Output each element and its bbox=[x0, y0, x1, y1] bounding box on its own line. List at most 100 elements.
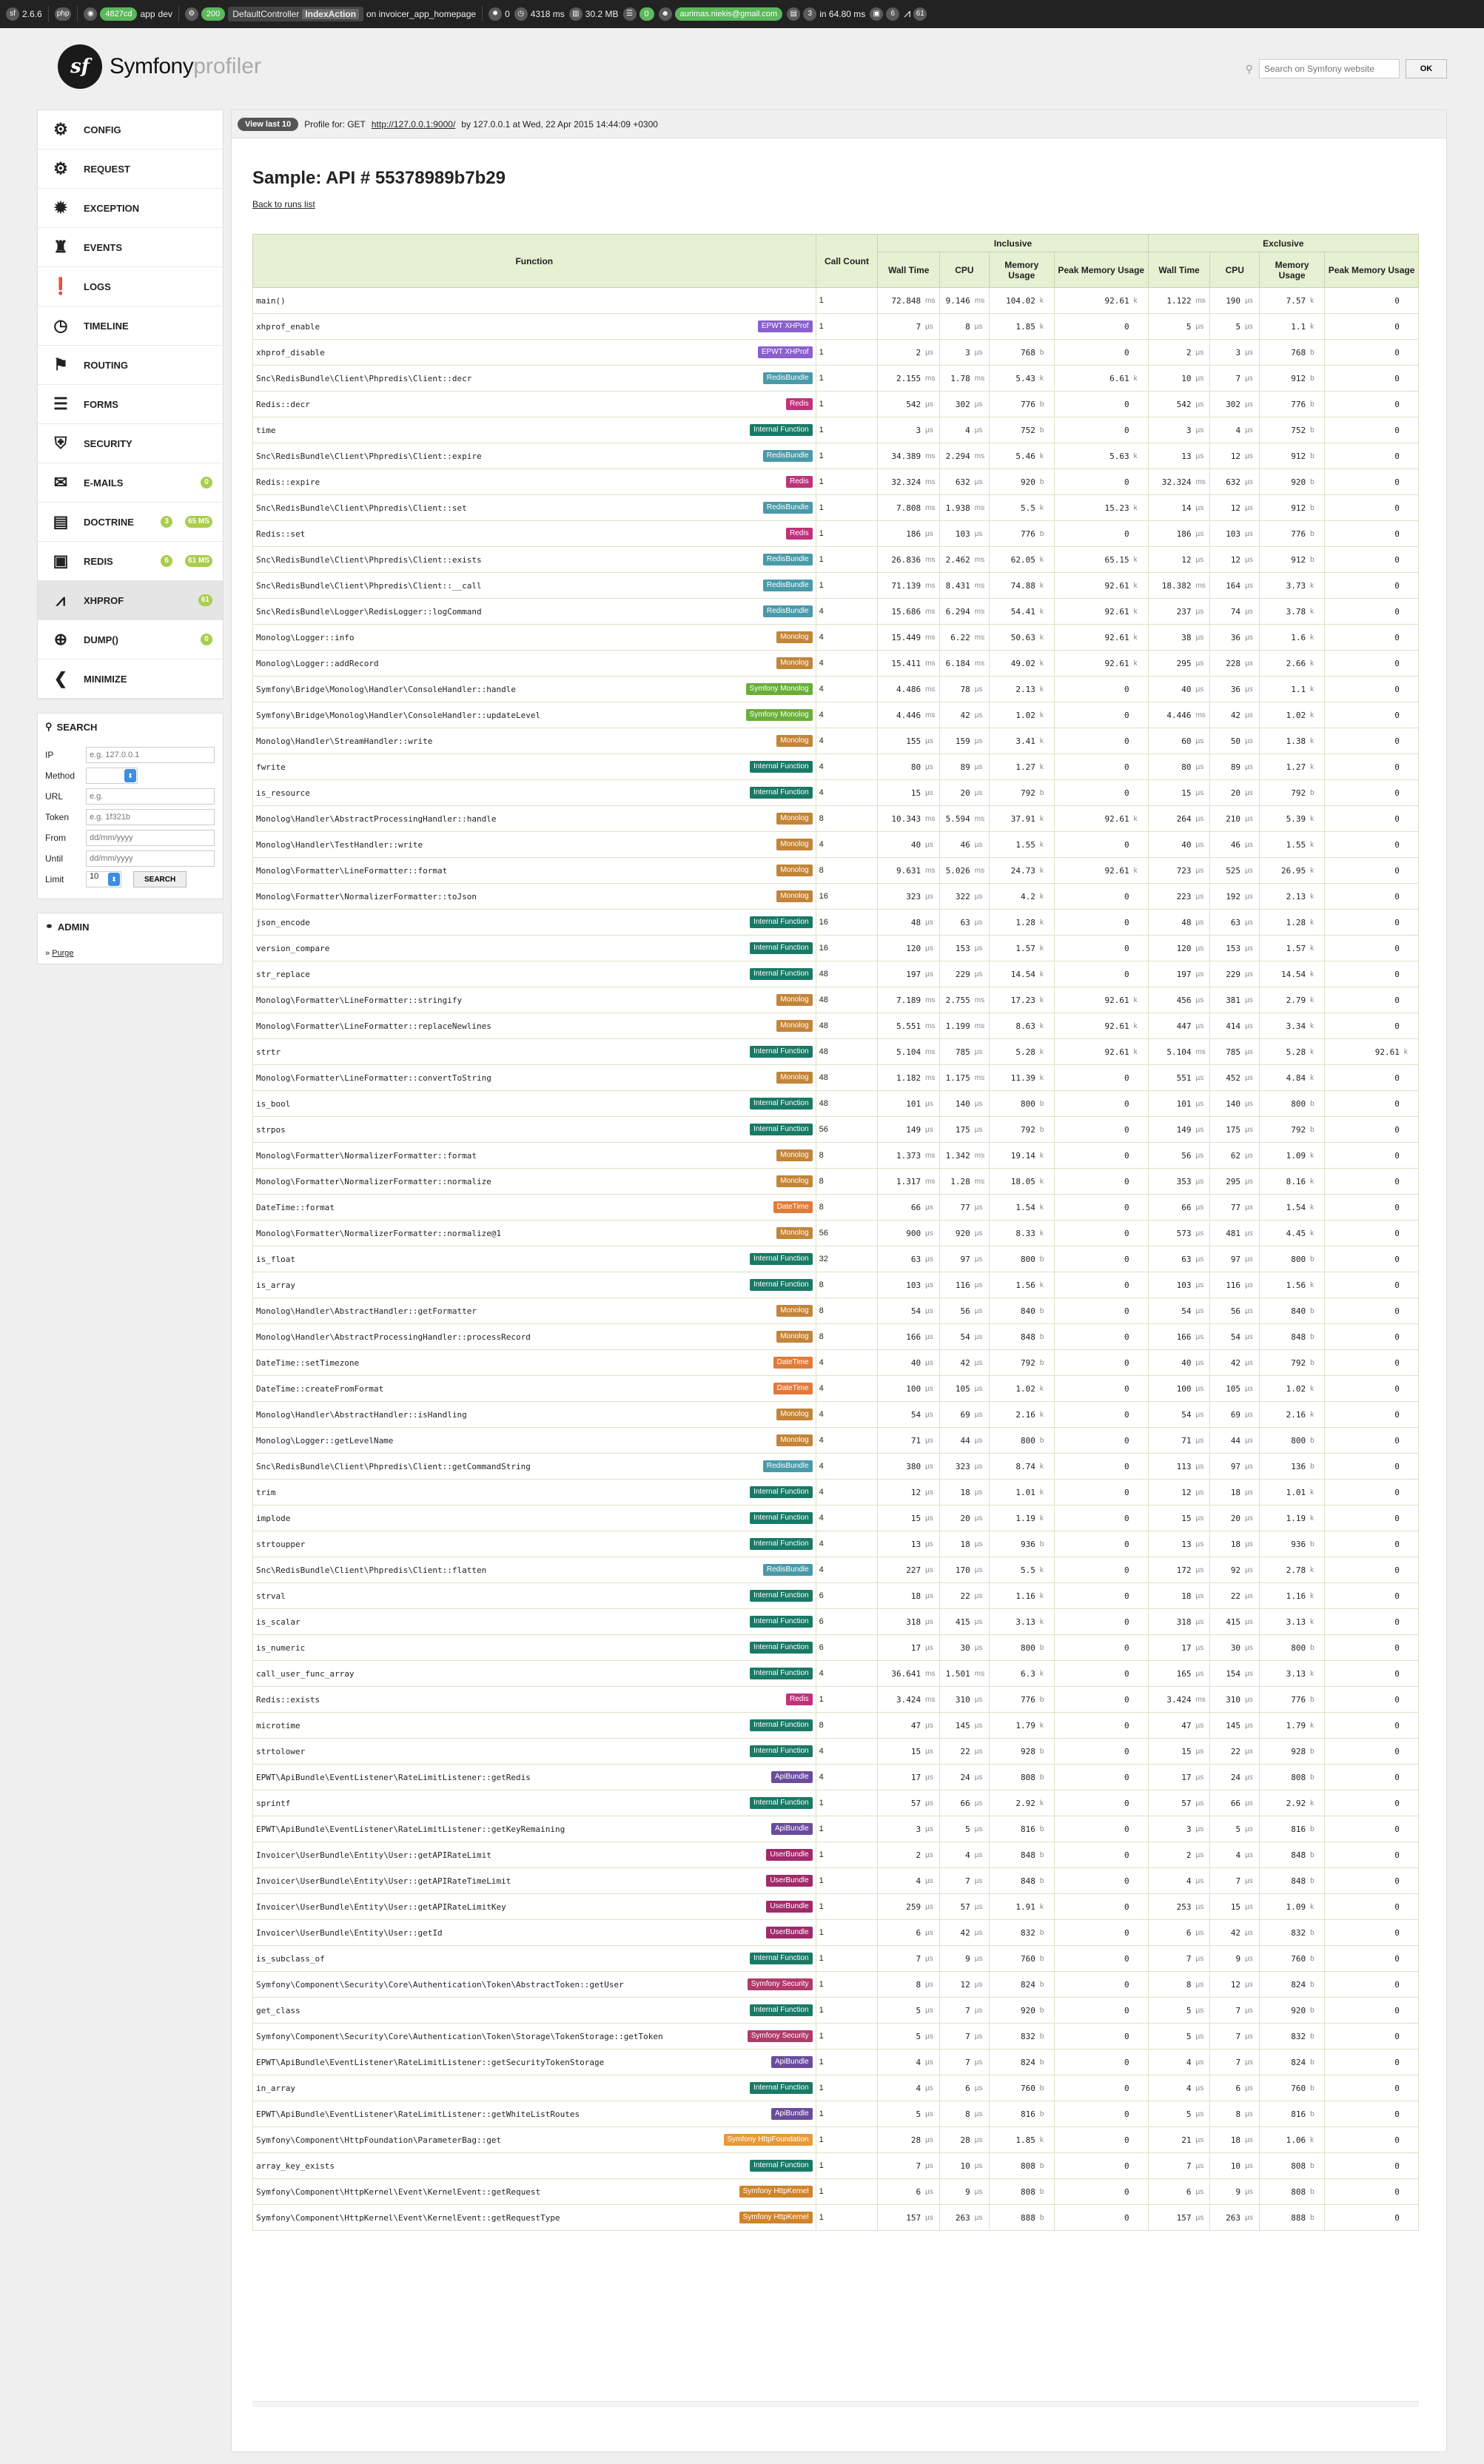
function-name[interactable]: Monolog\Formatter\NormalizerFormatter::f… bbox=[256, 1151, 477, 1161]
function-name[interactable]: is_subclass_of bbox=[256, 1954, 325, 1964]
function-name[interactable]: Redis::decr bbox=[256, 400, 310, 409]
col-function[interactable]: Function bbox=[252, 234, 816, 288]
function-name[interactable]: Snc\RedisBundle\Client\Phpredis\Client::… bbox=[256, 555, 482, 565]
function-name[interactable]: DateTime::createFromFormat bbox=[256, 1384, 383, 1394]
function-name[interactable]: Snc\RedisBundle\Client\Phpredis\Client::… bbox=[256, 451, 482, 461]
function-name[interactable]: Monolog\Formatter\LineFormatter::stringi… bbox=[256, 996, 462, 1005]
function-name[interactable]: xhprof_enable bbox=[256, 322, 320, 332]
function-name[interactable]: strval bbox=[256, 1591, 286, 1601]
function-name[interactable]: DateTime::setTimezone bbox=[256, 1358, 359, 1368]
function-name[interactable]: Invoicer\UserBundle\Entity\User::getAPIR… bbox=[256, 1876, 511, 1886]
menu-item-exception[interactable]: ✹ EXCEPTION bbox=[38, 189, 223, 228]
col-incl-wall[interactable]: Wall Time bbox=[877, 252, 941, 288]
function-name[interactable]: Monolog\Handler\TestHandler::write bbox=[256, 840, 423, 850]
col-excl-wall[interactable]: Wall Time bbox=[1147, 252, 1211, 288]
function-name[interactable]: Monolog\Handler\AbstractHandler::isHandl… bbox=[256, 1410, 467, 1420]
function-name[interactable]: Symfony\Component\HttpKernel\Event\Kerne… bbox=[256, 2187, 540, 2197]
menu-item-logs[interactable]: ❗ LOGS bbox=[38, 267, 223, 306]
function-name[interactable]: Monolog\Handler\AbstractProcessingHandle… bbox=[256, 1332, 531, 1342]
search-button[interactable]: SEARCH bbox=[133, 871, 187, 887]
toolbar-sf-icon[interactable]: sf 2.6.6 bbox=[6, 7, 42, 21]
function-name[interactable]: Monolog\Formatter\NormalizerFormatter::t… bbox=[256, 892, 477, 902]
until-field[interactable] bbox=[86, 850, 215, 867]
function-name[interactable]: Monolog\Logger::info bbox=[256, 633, 354, 642]
back-to-runs-link[interactable]: Back to runs list bbox=[252, 199, 1446, 209]
function-name[interactable]: Invoicer\UserBundle\Entity\User::getId bbox=[256, 1928, 443, 1938]
function-name[interactable]: is_scalar bbox=[256, 1617, 301, 1627]
function-name[interactable]: Monolog\Formatter\LineFormatter::format bbox=[256, 866, 447, 876]
function-name[interactable]: Symfony\Component\Security\Core\Authenti… bbox=[256, 1980, 624, 1990]
url-field[interactable] bbox=[86, 788, 215, 805]
toolbar-forms[interactable]: ☰ 0 bbox=[622, 7, 654, 21]
ip-field[interactable] bbox=[86, 747, 215, 763]
menu-item-config[interactable]: ⚙ CONFIG bbox=[38, 110, 223, 150]
function-name[interactable]: Monolog\Handler\StreamHandler::write bbox=[256, 736, 432, 746]
profile-url[interactable]: http://127.0.0.1:9000/ bbox=[372, 119, 455, 130]
col-incl-mem[interactable]: Memory Usage bbox=[988, 252, 1055, 288]
function-name[interactable]: sprintf bbox=[256, 1799, 290, 1808]
function-name[interactable]: Snc\RedisBundle\Client\Phpredis\Client::… bbox=[256, 503, 467, 513]
function-name[interactable]: strtr bbox=[256, 1047, 281, 1057]
php-icon[interactable]: php bbox=[54, 7, 72, 21]
from-field[interactable] bbox=[86, 830, 215, 846]
toolbar-config[interactable]: ◉ 4827cd app dev bbox=[84, 7, 172, 21]
function-name[interactable]: call_user_func_array bbox=[256, 1669, 354, 1679]
menu-item-dump[interactable]: ⊕ DUMP() 0 bbox=[38, 620, 223, 659]
function-name[interactable]: Redis::expire bbox=[256, 477, 320, 487]
function-name[interactable]: EPWT\ApiBundle\EventListener\RateLimitLi… bbox=[256, 2109, 580, 2119]
function-name[interactable]: json_encode bbox=[256, 918, 310, 927]
view-last-button[interactable]: View last 10 bbox=[238, 117, 299, 131]
function-name[interactable]: Snc\RedisBundle\Client\Phpredis\Client::… bbox=[256, 374, 471, 383]
method-select[interactable]: ⬍ bbox=[86, 768, 138, 784]
function-name[interactable]: Monolog\Formatter\NormalizerFormatter::n… bbox=[256, 1177, 491, 1186]
function-name[interactable]: Symfony\Component\Security\Core\Authenti… bbox=[256, 2032, 663, 2041]
function-name[interactable]: Snc\RedisBundle\Client\Phpredis\Client::… bbox=[256, 1565, 486, 1575]
function-name[interactable]: xhprof_disable bbox=[256, 348, 325, 357]
function-name[interactable]: Monolog\Handler\AbstractProcessingHandle… bbox=[256, 814, 497, 824]
menu-item-doctrine[interactable]: ▤ DOCTRINE 3 65 MS bbox=[38, 503, 223, 542]
site-search-input[interactable] bbox=[1259, 59, 1400, 78]
function-name[interactable]: Monolog\Logger::addRecord bbox=[256, 659, 379, 668]
menu-item-timeline[interactable]: ◷ TIMELINE bbox=[38, 306, 223, 346]
function-name[interactable]: Invoicer\UserBundle\Entity\User::getAPIR… bbox=[256, 1850, 491, 1860]
function-name[interactable]: get_class bbox=[256, 2006, 301, 2015]
function-name[interactable]: Redis::set bbox=[256, 529, 305, 539]
function-name[interactable]: Symfony\Bridge\Monolog\Handler\ConsoleHa… bbox=[256, 685, 516, 694]
function-name[interactable]: DateTime::format bbox=[256, 1203, 335, 1212]
function-name[interactable]: strtolower bbox=[256, 1747, 305, 1756]
toolbar-request[interactable]: ⚙ 200 DefaultController IndexAction on invoi… bbox=[184, 7, 476, 21]
function-name[interactable]: EPWT\ApiBundle\EventListener\RateLimitLi… bbox=[256, 1773, 531, 1782]
function-name[interactable]: time bbox=[256, 426, 276, 435]
col-excl-mem[interactable]: Memory Usage bbox=[1259, 252, 1326, 288]
function-name[interactable]: Symfony\Component\HttpKernel\Event\Kerne… bbox=[256, 2213, 560, 2223]
function-name[interactable]: fwrite bbox=[256, 762, 286, 772]
col-incl-cpu[interactable]: CPU bbox=[939, 252, 990, 288]
function-name[interactable]: EPWT\ApiBundle\EventListener\RateLimitLi… bbox=[256, 2058, 604, 2067]
function-name[interactable]: EPWT\ApiBundle\EventListener\RateLimitLi… bbox=[256, 1824, 565, 1834]
toolbar-time[interactable]: ◷ 4318 ms bbox=[514, 7, 565, 21]
menu-item-request[interactable]: ⚙ REQUEST bbox=[38, 150, 223, 189]
function-name[interactable]: Monolog\Formatter\LineFormatter::replace… bbox=[256, 1021, 491, 1031]
function-name[interactable]: is_array bbox=[256, 1280, 295, 1290]
function-name[interactable]: trim bbox=[256, 1488, 276, 1497]
function-name[interactable]: Symfony\Component\HttpFoundation\Paramet… bbox=[256, 2135, 501, 2145]
menu-item-minimize[interactable]: ❮ MINIMIZE bbox=[38, 659, 223, 699]
function-name[interactable]: in_array bbox=[256, 2084, 295, 2093]
menu-item-events[interactable]: ♜ EVENTS bbox=[38, 228, 223, 267]
function-name[interactable]: Snc\RedisBundle\Client\Phpredis\Client::… bbox=[256, 1462, 531, 1471]
function-name[interactable]: strpos bbox=[256, 1125, 286, 1135]
col-incl-peak[interactable]: Peak Memory Usage bbox=[1053, 252, 1149, 288]
col-call-count[interactable]: Call Count bbox=[815, 234, 879, 288]
menu-item-routing[interactable]: ⚑ ROUTING bbox=[38, 346, 223, 385]
function-name[interactable]: is_resource bbox=[256, 788, 310, 798]
symfony-logo[interactable]: sf Symfonyprofiler bbox=[58, 44, 261, 89]
menu-item-security[interactable]: ⛨ SECURITY bbox=[38, 424, 223, 463]
menu-item-xhprof[interactable]: ⩘ XHPROF 61 bbox=[38, 581, 223, 620]
function-name[interactable]: microtime bbox=[256, 1721, 301, 1730]
limit-select[interactable]: 10 ⬍ bbox=[86, 871, 121, 887]
toolbar-security[interactable]: ☻ aurimas.niekis@gmail.com bbox=[658, 7, 783, 21]
function-name[interactable]: Symfony\Bridge\Monolog\Handler\ConsoleHa… bbox=[256, 711, 540, 720]
function-name[interactable]: Monolog\Formatter\LineFormatter::convert… bbox=[256, 1073, 491, 1083]
function-name[interactable]: Snc\RedisBundle\Logger\RedisLogger::logC… bbox=[256, 607, 482, 617]
function-name[interactable]: array_key_exists bbox=[256, 2161, 335, 2171]
